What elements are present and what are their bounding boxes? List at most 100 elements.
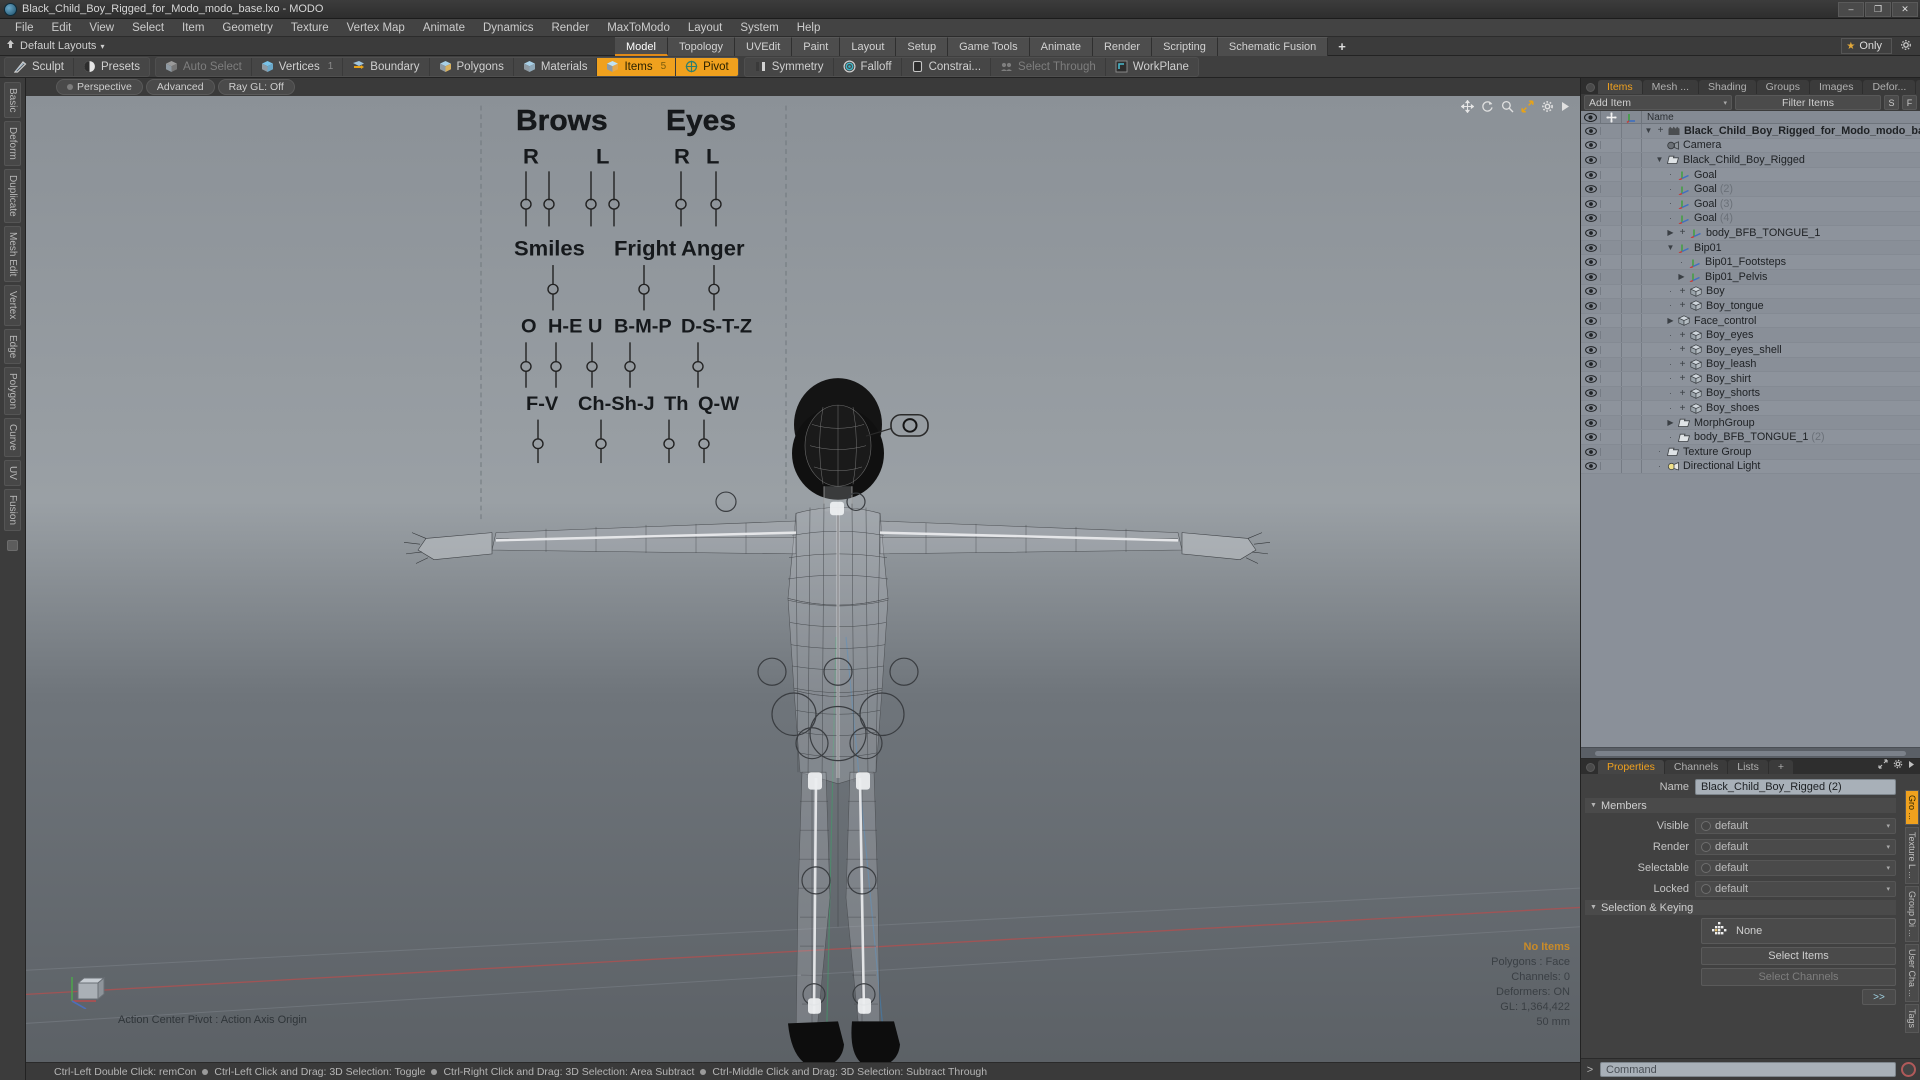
tool-tab-fusion[interactable]: Fusion [4, 489, 21, 531]
menu-item-system[interactable]: System [731, 19, 787, 37]
item-anim-cell[interactable] [1601, 445, 1622, 459]
item-tree-name-cell[interactable]: ▶+body_BFB_TONGUE_1 [1642, 227, 1920, 239]
menu-item-render[interactable]: Render [542, 19, 598, 37]
item-axis-cell[interactable] [1622, 314, 1642, 328]
eye-icon[interactable] [1581, 462, 1601, 470]
tool-tab-edge[interactable]: Edge [4, 329, 21, 364]
item-axis-cell[interactable] [1622, 197, 1642, 211]
item-tree-row[interactable]: ·+Boy_shoes [1581, 401, 1920, 416]
add-item-dropdown[interactable]: Add Item ▾ [1584, 95, 1732, 110]
menu-item-dynamics[interactable]: Dynamics [474, 19, 542, 37]
properties-menu-icon[interactable] [1586, 763, 1595, 772]
item-anim-cell[interactable] [1601, 270, 1622, 284]
tool-tab-deform[interactable]: Deform [4, 121, 21, 166]
filter-f-button[interactable]: F [1902, 95, 1917, 110]
eye-icon[interactable] [1581, 433, 1601, 441]
item-tree-name-cell[interactable]: ▼Bip01 [1642, 242, 1920, 254]
item-axis-cell[interactable] [1622, 358, 1642, 372]
menu-item-vertex-map[interactable]: Vertex Map [338, 19, 414, 37]
tree-twisty-icon[interactable]: ▶ [1677, 272, 1686, 281]
tree-expand-icon[interactable]: + [1678, 286, 1687, 297]
item-anim-cell[interactable] [1601, 241, 1622, 255]
command-input[interactable]: Command [1600, 1062, 1896, 1077]
mode-button-auto-select[interactable]: Auto Select [156, 58, 252, 76]
item-tree-name-cell[interactable]: ·Goal (4) [1642, 212, 1920, 224]
only-toggle[interactable]: ★ Only [1841, 38, 1892, 54]
gear-icon[interactable] [1541, 100, 1554, 113]
side-tab-texture-l[interactable]: Texture L ... [1905, 827, 1919, 884]
tree-twisty-icon[interactable]: · [1666, 301, 1675, 310]
gear-icon[interactable] [1900, 39, 1912, 54]
menu-item-item[interactable]: Item [173, 19, 213, 37]
mode-button-items[interactable]: Items5 [597, 58, 676, 76]
item-tree-row[interactable]: ·Texture Group [1581, 445, 1920, 460]
property-dropdown-render[interactable]: default▾ [1695, 839, 1896, 855]
item-tree-name-cell[interactable]: ·+Boy [1642, 285, 1920, 297]
tree-expand-icon[interactable]: + [1678, 359, 1687, 370]
eye-icon[interactable] [1581, 375, 1601, 383]
expand-icon[interactable] [1878, 756, 1888, 774]
item-axis-cell[interactable] [1622, 168, 1642, 182]
viewport-pill-perspective[interactable]: Perspective [56, 79, 143, 95]
tree-expand-icon[interactable]: + [1678, 227, 1687, 238]
item-anim-cell[interactable] [1601, 226, 1622, 240]
tree-twisty-icon[interactable]: · [1666, 170, 1675, 179]
add-properties-tab[interactable]: + [1769, 760, 1793, 774]
item-axis-cell[interactable] [1622, 212, 1642, 226]
item-axis-cell[interactable] [1622, 139, 1642, 153]
tree-expand-icon[interactable]: + [1678, 330, 1687, 341]
tree-twisty-icon[interactable]: · [1666, 360, 1675, 369]
select-items-button[interactable]: Select Items [1701, 947, 1896, 965]
menu-item-file[interactable]: File [6, 19, 43, 37]
layout-switch-icon[interactable] [0, 39, 20, 53]
item-tree-name-cell[interactable]: ·Texture Group [1642, 446, 1920, 458]
item-anim-cell[interactable] [1601, 416, 1622, 430]
layout-tab-schematic-fusion[interactable]: Schematic Fusion [1218, 37, 1328, 56]
item-anim-cell[interactable] [1601, 182, 1622, 196]
mode-button-boundary[interactable]: Boundary [343, 58, 429, 76]
item-tree-name-cell[interactable]: ·Goal [1642, 169, 1920, 181]
item-tree-name-cell[interactable]: ·+Boy_eyes [1642, 329, 1920, 341]
zoom-icon[interactable] [1501, 100, 1514, 113]
item-tree-name-cell[interactable]: ·body_BFB_TONGUE_1 (2) [1642, 431, 1920, 443]
eye-icon[interactable] [1581, 185, 1601, 193]
item-axis-cell[interactable] [1622, 255, 1642, 269]
mode-button-symmetry[interactable]: Symmetry [745, 58, 834, 76]
item-axis-cell[interactable] [1622, 430, 1642, 444]
mode-button-materials[interactable]: Materials [514, 58, 598, 76]
tree-twisty-icon[interactable]: ▶ [1666, 316, 1675, 325]
items-tab-shading[interactable]: Shading [1699, 80, 1756, 94]
tree-twisty-icon[interactable]: · [1677, 258, 1686, 267]
record-icon[interactable] [1901, 1062, 1916, 1077]
layout-tab-model[interactable]: Model [615, 37, 668, 56]
gear-icon[interactable] [1893, 756, 1903, 774]
play-icon[interactable] [1561, 101, 1570, 112]
tree-twisty-icon[interactable]: · [1666, 287, 1675, 296]
item-tree-row[interactable]: ·+Boy_tongue [1581, 299, 1920, 314]
item-anim-cell[interactable] [1601, 460, 1622, 474]
eye-icon[interactable] [1581, 156, 1601, 164]
tree-twisty-icon[interactable]: · [1666, 199, 1675, 208]
eye-icon[interactable] [1581, 273, 1601, 281]
eye-icon[interactable] [1581, 404, 1601, 412]
default-layouts-label[interactable]: Default Layouts [20, 40, 100, 52]
property-dropdown-selectable[interactable]: default▾ [1695, 860, 1896, 876]
items-tab-mesh[interactable]: Mesh ... [1643, 80, 1698, 94]
mode-button-constrai[interactable]: Constrai... [902, 58, 991, 76]
layout-tab-render[interactable]: Render [1093, 37, 1152, 56]
item-anim-cell[interactable] [1601, 212, 1622, 226]
items-tab-groups[interactable]: Groups [1757, 80, 1809, 94]
tree-expand-icon[interactable]: + [1678, 403, 1687, 414]
eye-icon[interactable] [1581, 331, 1601, 339]
item-anim-cell[interactable] [1601, 168, 1622, 182]
eye-icon[interactable] [1581, 127, 1601, 135]
side-tab-group-di[interactable]: Group Di ... [1905, 886, 1919, 942]
tree-expand-icon[interactable]: + [1678, 300, 1687, 311]
item-tree-name-cell[interactable]: ▼Black_Child_Boy_Rigged [1642, 154, 1920, 166]
menu-item-view[interactable]: View [80, 19, 123, 37]
properties-tab-lists[interactable]: Lists [1728, 760, 1768, 774]
item-axis-cell[interactable] [1622, 416, 1642, 430]
item-tree-name-cell[interactable]: ·+Boy_shoes [1642, 402, 1920, 414]
tree-twisty-icon[interactable]: · [1666, 433, 1675, 442]
item-tree-row[interactable]: ·body_BFB_TONGUE_1 (2) [1581, 430, 1920, 445]
